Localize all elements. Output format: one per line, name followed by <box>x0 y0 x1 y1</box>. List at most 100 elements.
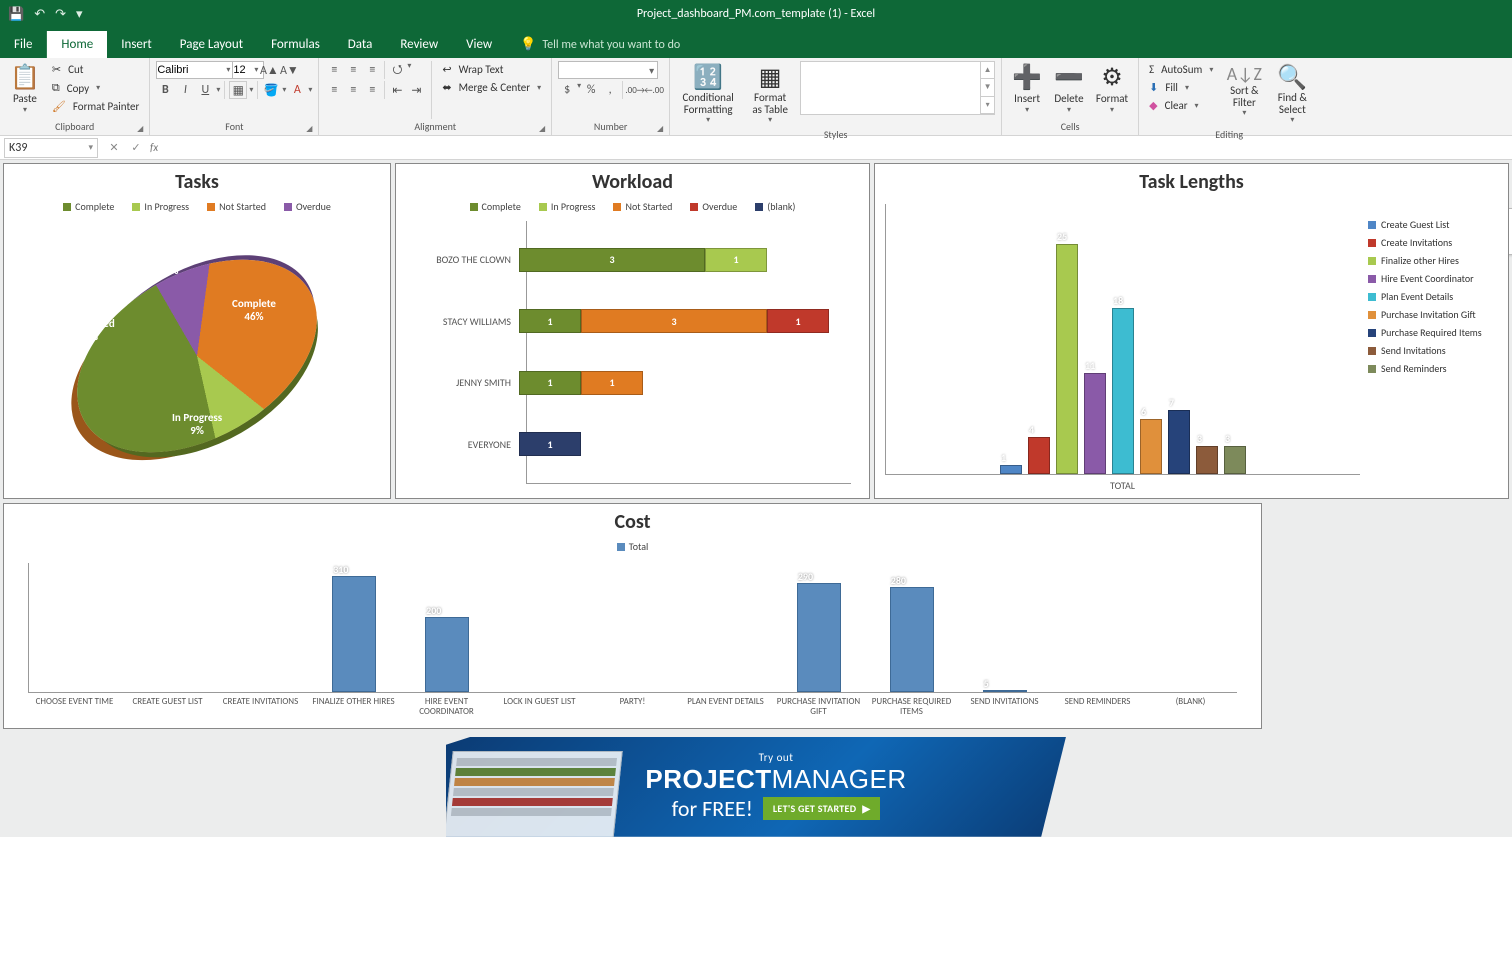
sort-filter-button[interactable]: A↓ZSort & Filter▾ <box>1221 61 1267 120</box>
tab-insert[interactable]: Insert <box>107 31 166 58</box>
workload-segment: 1 <box>519 432 581 456</box>
name-box-dropdown-icon[interactable]: ▾ <box>88 142 93 153</box>
cost-category-label: CREATE GUEST LIST <box>121 697 214 718</box>
redo-icon[interactable]: ↷ <box>55 7 66 22</box>
tasklengths-legend: Create Guest ListCreate InvitationsFinal… <box>1368 204 1498 492</box>
tasklengths-legend-item: Create Guest List <box>1368 218 1498 231</box>
insert-cells-button[interactable]: ➕Insert▾ <box>1008 61 1046 117</box>
comma-icon[interactable]: , <box>601 81 619 99</box>
gallery-down-icon[interactable]: ▼ <box>981 79 994 96</box>
align-bottom-icon[interactable]: ≡ <box>363 61 381 79</box>
workload-row: BOZO THE CLOWN31 <box>527 245 851 275</box>
percent-icon[interactable]: % <box>582 81 600 99</box>
merge-center-button[interactable]: ⬌Merge & Center ▾ <box>438 79 545 96</box>
wrap-text-button[interactable]: ↩Wrap Text <box>438 61 545 78</box>
document-title: Project_dashboard_PM.com_template (1) - … <box>0 7 1512 21</box>
workload-row: JENNY SMITH11 <box>527 368 851 398</box>
cost-panel[interactable]: Cost Total 3102002902805 CHOOSE EVENT TI… <box>3 503 1262 729</box>
cost-category-label: PURCHASE INVITATION GIFT <box>772 697 865 718</box>
undo-icon[interactable]: ↶ <box>34 7 45 22</box>
decrease-decimal-icon[interactable]: ←.00 <box>645 81 663 99</box>
paste-button[interactable]: 📋 Paste ▾ <box>6 61 44 117</box>
increase-font-icon[interactable]: A▲ <box>260 61 278 79</box>
workload-row-label: BOZO THE CLOWN <box>415 253 519 266</box>
promo-brand-a: PROJECT <box>645 764 771 794</box>
format-as-table-button[interactable]: ▦ Format as Table ▾ <box>744 61 796 127</box>
clear-button[interactable]: ◆Clear ▾ <box>1145 97 1217 114</box>
cut-icon: ✂ <box>50 62 63 77</box>
workload-segment: 3 <box>519 248 705 272</box>
align-center-icon[interactable]: ≡ <box>344 81 362 99</box>
tell-me-search[interactable]: 💡 Tell me what you want to do <box>506 31 694 58</box>
cost-category-label: CHOOSE EVENT TIME <box>28 697 121 718</box>
group-alignment: ≡ ≡ ≡ ⭯ ▾ ≡ ≡ ≡ ⇤ ⇥ ↩Wrap Text <box>319 58 552 135</box>
workload-row: STACY WILLIAMS131 <box>527 306 851 336</box>
tab-review[interactable]: Review <box>386 31 452 58</box>
promo-cta-button[interactable]: LET'S GET STARTED▶ <box>763 797 880 820</box>
tasklengths-legend-item: Send Reminders <box>1368 362 1498 375</box>
align-middle-icon[interactable]: ≡ <box>344 61 362 79</box>
italic-button[interactable]: I <box>176 81 194 99</box>
format-cells-button[interactable]: ⚙Format▾ <box>1092 61 1132 117</box>
tasklengths-panel[interactable]: Task Lengths 142511186733 TOTAL Create G… <box>874 163 1509 499</box>
tasks-title: Tasks <box>4 164 390 198</box>
group-editing: ΣAutoSum ▾ ⬇Fill ▾ ◆Clear ▾ A↓ZSort & Fi… <box>1139 58 1319 135</box>
number-format-combo[interactable]: ▾ <box>558 61 658 79</box>
find-select-button[interactable]: 🔍Find & Select▾ <box>1271 61 1313 127</box>
gallery-up-icon[interactable]: ▲ <box>981 62 994 79</box>
customize-qat-icon[interactable]: ▾ <box>76 7 83 22</box>
number-group-label: Number <box>594 120 627 133</box>
fx-icon[interactable]: fx <box>150 141 158 154</box>
align-top-icon[interactable]: ≡ <box>325 61 343 79</box>
increase-indent-icon[interactable]: ⇥ <box>407 81 425 99</box>
conditional-formatting-button[interactable]: 🔢 Conditional Formatting ▾ <box>676 61 740 127</box>
gallery-more-icon[interactable]: ▾ <box>981 97 994 114</box>
tab-data[interactable]: Data <box>334 31 387 58</box>
cost-bar: 5 <box>958 690 1051 692</box>
decrease-font-icon[interactable]: A▼ <box>280 61 298 79</box>
align-right-icon[interactable]: ≡ <box>363 81 381 99</box>
promo-mock-icon <box>443 751 622 841</box>
save-icon[interactable]: 💾 <box>8 7 24 22</box>
format-painter-button[interactable]: 🖌Format Painter <box>48 98 143 115</box>
fill-color-button[interactable]: 🪣 <box>262 81 280 99</box>
underline-button[interactable]: U <box>196 81 214 99</box>
copy-button[interactable]: ⧉Copy ▾ <box>48 79 143 97</box>
tell-me-label: Tell me what you want to do <box>542 38 680 52</box>
tab-formulas[interactable]: Formulas <box>257 31 334 58</box>
clipboard-launcher-icon[interactable]: ◢ <box>137 124 143 134</box>
font-color-button[interactable]: A <box>288 81 306 99</box>
delete-cells-button[interactable]: ➖Delete▾ <box>1050 61 1088 117</box>
decrease-indent-icon[interactable]: ⇤ <box>388 81 406 99</box>
accept-formula-icon[interactable]: ✓ <box>128 141 144 154</box>
orientation-icon[interactable]: ⭯ <box>388 61 406 79</box>
editing-group-label: Editing <box>1215 128 1243 141</box>
tasks-panel[interactable]: Tasks Complete In Progress Not Started O… <box>3 163 391 499</box>
bold-button[interactable]: B <box>156 81 174 99</box>
font-launcher-icon[interactable]: ◢ <box>306 124 312 134</box>
tab-page-layout[interactable]: Page Layout <box>166 31 257 58</box>
promo-banner-box[interactable]: Try out PROJECTMANAGER for FREE! LET'S G… <box>446 737 1066 837</box>
tasks-pie: Overdue9% Complete46% Not Started36% In … <box>4 217 390 498</box>
tab-view[interactable]: View <box>452 31 506 58</box>
eraser-icon: ◆ <box>1147 98 1159 113</box>
tab-home[interactable]: Home <box>47 31 107 58</box>
cancel-formula-icon[interactable]: ✕ <box>106 141 122 154</box>
tab-file[interactable]: File <box>0 31 47 58</box>
number-launcher-icon[interactable]: ◢ <box>657 124 663 134</box>
cost-category-label: PLAN EVENT DETAILS <box>679 697 772 718</box>
currency-icon[interactable]: $ <box>558 81 576 99</box>
alignment-launcher-icon[interactable]: ◢ <box>539 124 545 134</box>
increase-decimal-icon[interactable]: .00→ <box>626 81 644 99</box>
align-left-icon[interactable]: ≡ <box>325 81 343 99</box>
cost-category-label: PARTY! <box>586 697 679 718</box>
name-box[interactable]: K39 ▾ <box>4 138 98 158</box>
cell-styles-gallery[interactable]: ▲▼▾ <box>800 61 995 115</box>
borders-button[interactable]: ▦ <box>229 81 247 99</box>
fill-button[interactable]: ⬇Fill ▾ <box>1145 79 1217 96</box>
autosum-button[interactable]: ΣAutoSum ▾ <box>1145 61 1217 78</box>
font-name-combo[interactable] <box>156 61 236 79</box>
cut-button[interactable]: ✂Cut <box>48 61 143 78</box>
workload-panel[interactable]: Workload Complete In Progress Not Starte… <box>395 163 870 499</box>
tasklengths-bar: 4 <box>1028 437 1050 474</box>
